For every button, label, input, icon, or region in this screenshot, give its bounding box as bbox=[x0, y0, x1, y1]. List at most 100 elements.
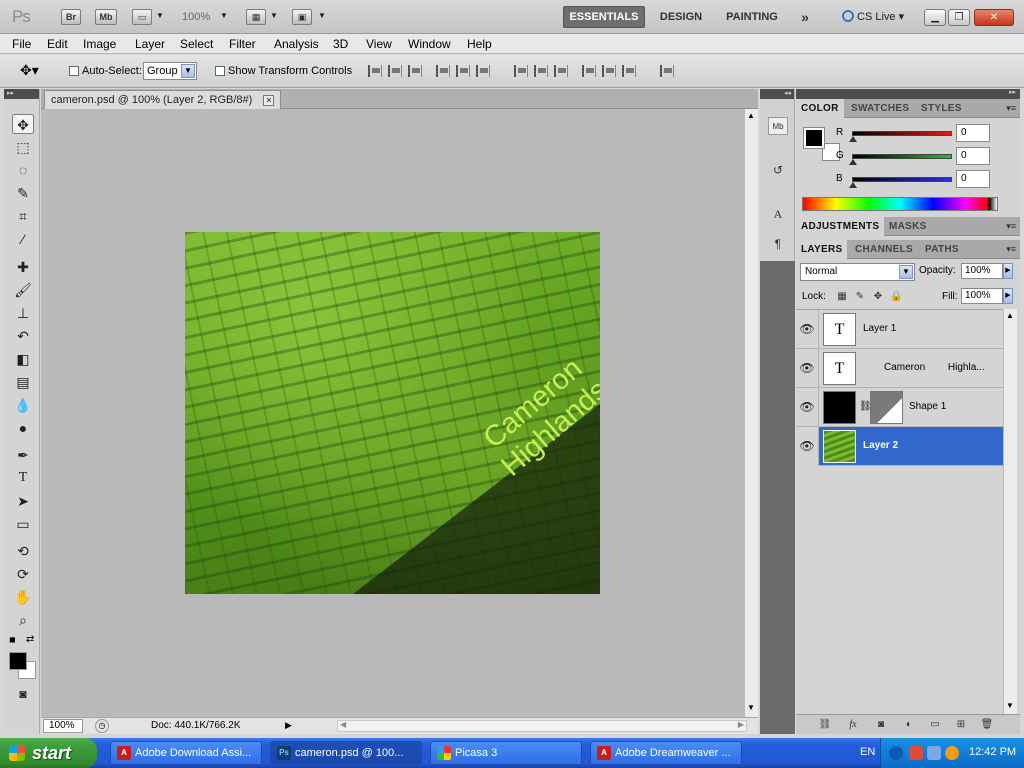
tab-color[interactable]: COLOR bbox=[796, 99, 844, 118]
panel-menu-icon[interactable]: ▾≡ bbox=[1006, 244, 1016, 255]
lock-all-icon[interactable]: 🔒 bbox=[890, 291, 902, 303]
healing-brush-tool-icon[interactable]: ✚ bbox=[12, 257, 34, 277]
align-vertical-center-icon[interactable] bbox=[388, 65, 402, 77]
eye-icon[interactable]: 👁 bbox=[796, 388, 819, 427]
eye-icon[interactable]: 👁 bbox=[796, 427, 819, 466]
green-slider-thumb[interactable] bbox=[849, 159, 857, 165]
scroll-up-icon[interactable]: ▲ bbox=[1006, 311, 1014, 320]
menu-help[interactable]: Help bbox=[467, 37, 492, 51]
menu-window[interactable]: Window bbox=[408, 37, 451, 51]
red-slider-track[interactable] bbox=[852, 131, 952, 136]
3d-rotate-tool-icon[interactable]: ⟲ bbox=[12, 541, 34, 561]
align-right-icon[interactable] bbox=[476, 65, 490, 77]
more-workspaces-button[interactable]: » bbox=[794, 6, 816, 28]
cs-live-button[interactable]: CS Live ▾ bbox=[842, 10, 904, 23]
status-zoom-input[interactable]: 100% bbox=[43, 719, 83, 733]
green-value-input[interactable]: 0 bbox=[956, 147, 990, 165]
pen-tool-icon[interactable]: ✒ bbox=[12, 445, 34, 465]
rectangle-tool-icon[interactable]: ▭ bbox=[12, 514, 34, 534]
color-spectrum-bar[interactable] bbox=[802, 197, 998, 211]
mini-bridge-button[interactable]: Mb bbox=[95, 9, 117, 25]
network-icon[interactable] bbox=[927, 746, 941, 760]
mini-bridge-panel-icon[interactable]: Mb bbox=[768, 117, 788, 135]
clock[interactable]: 12:42 PM bbox=[969, 746, 1016, 758]
auto-select-checkbox[interactable] bbox=[69, 66, 79, 76]
3d-orbit-tool-icon[interactable]: ⟳ bbox=[12, 564, 34, 584]
foreground-color-swatch[interactable] bbox=[9, 652, 27, 670]
menu-image[interactable]: Image bbox=[83, 37, 116, 51]
brush-tool-icon[interactable]: 🖌 bbox=[12, 280, 34, 300]
eye-icon[interactable]: 👁 bbox=[796, 310, 819, 349]
green-slider-track[interactable] bbox=[852, 154, 952, 159]
start-button[interactable]: start bbox=[0, 738, 97, 768]
blue-value-input[interactable]: 0 bbox=[956, 170, 990, 188]
network-error-icon[interactable] bbox=[909, 746, 923, 760]
eyedropper-tool-icon[interactable]: ⁄ bbox=[12, 229, 34, 249]
tray-arrow-icon[interactable] bbox=[889, 746, 903, 760]
menu-edit[interactable]: Edit bbox=[47, 37, 68, 51]
link-layers-icon[interactable]: ⛓ bbox=[818, 718, 832, 732]
tab-channels[interactable]: CHANNELS bbox=[850, 240, 918, 259]
menu-view[interactable]: View bbox=[366, 37, 392, 51]
type-tool-icon[interactable]: T bbox=[12, 468, 34, 488]
chevron-down-icon[interactable]: ▼ bbox=[270, 11, 278, 20]
close-icon[interactable]: ✕ bbox=[263, 95, 275, 106]
restore-button[interactable]: ❐ bbox=[948, 9, 970, 26]
taskbar-item-adobe-download[interactable]: A Adobe Download Assi... bbox=[110, 741, 262, 765]
chevron-down-icon[interactable]: ▼ bbox=[156, 11, 164, 20]
canvas-image[interactable]: Cameron Highlands bbox=[185, 232, 600, 594]
layer-row-layer-2[interactable]: 👁 Layer 2 bbox=[796, 427, 1003, 466]
menu-3d[interactable]: 3D bbox=[333, 37, 348, 51]
layer-name[interactable]: Layer 2 bbox=[863, 440, 898, 451]
clone-stamp-tool-icon[interactable]: ⊥ bbox=[12, 303, 34, 323]
minimize-button[interactable]: ▁ bbox=[924, 9, 946, 26]
tab-layers[interactable]: LAYERS bbox=[796, 240, 848, 259]
character-panel-icon[interactable]: A bbox=[768, 205, 788, 223]
add-mask-icon[interactable]: ◙ bbox=[874, 718, 888, 732]
taskbar-item-photoshop[interactable]: Ps cameron.psd @ 100... bbox=[270, 741, 422, 765]
marquee-tool-icon[interactable]: ⬚ bbox=[12, 137, 34, 157]
adjustment-layer-icon[interactable]: ◐ bbox=[902, 718, 916, 732]
blue-slider-track[interactable] bbox=[852, 177, 952, 182]
workspace-painting-button[interactable]: PAINTING bbox=[716, 6, 788, 28]
move-tool-preset-icon[interactable]: ✥▾ bbox=[20, 62, 39, 79]
quick-mask-icon[interactable]: ◙ bbox=[12, 684, 34, 704]
taskbar-item-picasa[interactable]: Picasa 3 bbox=[430, 741, 582, 765]
lasso-tool-icon[interactable]: ◌ bbox=[12, 160, 34, 180]
scroll-down-icon[interactable]: ▼ bbox=[1006, 701, 1014, 710]
panel-menu-icon[interactable]: ▾≡ bbox=[1006, 103, 1016, 114]
dock-collapse-icon[interactable]: ◂◂ bbox=[760, 89, 794, 99]
tab-paths[interactable]: PATHS bbox=[920, 240, 964, 259]
distribute-left-icon[interactable] bbox=[582, 65, 596, 77]
hand-tool-icon[interactable]: ✋ bbox=[12, 587, 34, 607]
layer-name[interactable]: Layer 1 bbox=[863, 323, 896, 334]
layer-row-cameron-highlands[interactable]: 👁 T Cameron Highla... bbox=[796, 349, 1003, 388]
menu-analysis[interactable]: Analysis bbox=[274, 37, 319, 51]
eraser-tool-icon[interactable]: ◧ bbox=[12, 349, 34, 369]
lock-transparent-icon[interactable]: ▦ bbox=[836, 291, 848, 303]
tools-panel-collapse-icon[interactable]: ▸▸ bbox=[4, 89, 39, 99]
collapse-panels-icon[interactable]: ▸▸ bbox=[1009, 88, 1016, 96]
tab-adjustments[interactable]: ADJUSTMENTS bbox=[796, 217, 885, 236]
distribute-vertical-center-icon[interactable] bbox=[534, 65, 548, 77]
document-tab[interactable]: cameron.psd @ 100% (Layer 2, RGB/8#) ✕ bbox=[44, 90, 282, 109]
align-top-icon[interactable] bbox=[368, 65, 382, 77]
layer-row-shape-1[interactable]: 👁 ⛓ Shape 1 bbox=[796, 388, 1003, 427]
layer-row-layer-1[interactable]: 👁 T Layer 1 bbox=[796, 310, 1003, 349]
panels-collapse-bar[interactable]: ▸▸ bbox=[796, 89, 1020, 99]
crop-tool-icon[interactable]: ⌗ bbox=[12, 206, 34, 226]
blur-tool-icon[interactable]: 💧 bbox=[12, 395, 34, 415]
vector-mask-thumbnail[interactable] bbox=[870, 391, 903, 424]
layer-name[interactable]: Shape 1 bbox=[909, 401, 946, 412]
menu-layer[interactable]: Layer bbox=[135, 37, 165, 51]
menu-select[interactable]: Select bbox=[180, 37, 213, 51]
trash-icon[interactable]: 🗑 bbox=[980, 718, 994, 732]
lock-position-icon[interactable]: ✥ bbox=[872, 291, 884, 303]
distribute-right-icon[interactable] bbox=[622, 65, 636, 77]
history-panel-icon[interactable]: ↺ bbox=[768, 161, 788, 179]
status-menu-arrow-icon[interactable]: ▶ bbox=[285, 720, 292, 731]
blend-mode-dropdown[interactable]: Normal ▼ bbox=[800, 263, 915, 281]
auto-align-layers-icon[interactable] bbox=[660, 65, 674, 77]
distribute-bottom-icon[interactable] bbox=[554, 65, 568, 77]
gradient-tool-icon[interactable]: ▤ bbox=[12, 372, 34, 392]
